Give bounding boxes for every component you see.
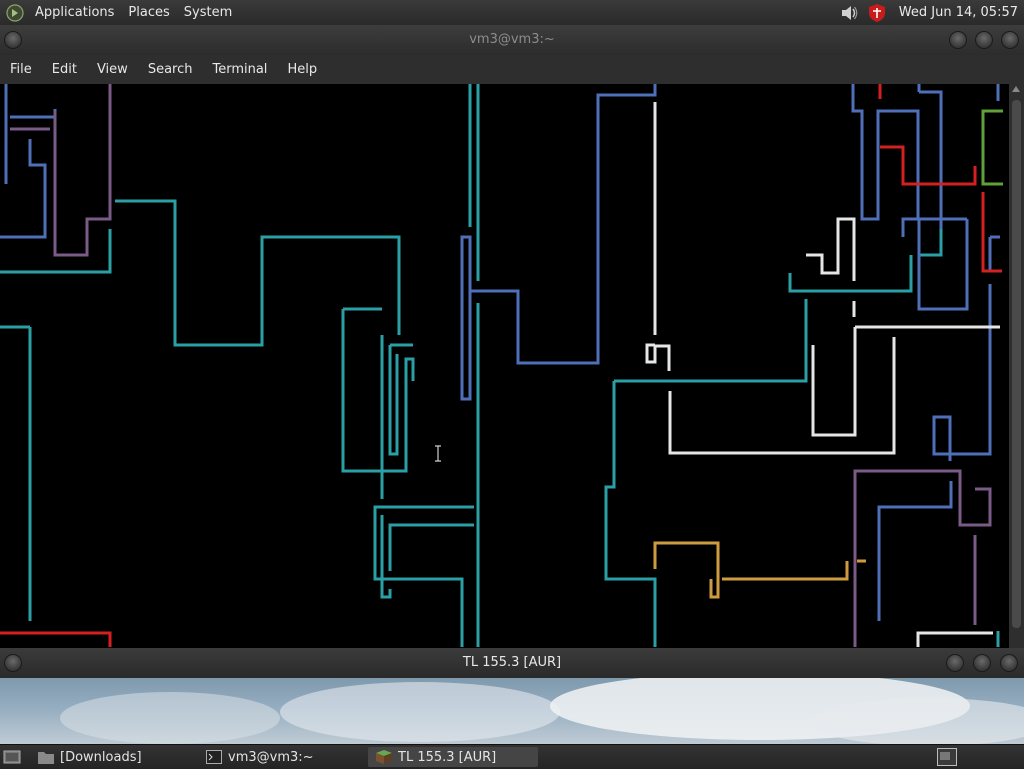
- top-panel: Applications Places System Wed Jun 14, 0…: [0, 0, 1024, 26]
- search-menu[interactable]: Search: [138, 57, 203, 82]
- distro-logo-icon[interactable]: [6, 3, 24, 22]
- file-menu[interactable]: File: [0, 57, 42, 82]
- places-menu[interactable]: Places: [121, 0, 176, 25]
- tl-window: TL 155.3 [AUR]: [0, 648, 1024, 744]
- terminal-window: vm3@vm3:~ File Edit View Search Terminal…: [0, 25, 1024, 648]
- maximize-button[interactable]: [975, 31, 993, 49]
- tl-maximize-button[interactable]: [973, 654, 991, 672]
- minecraft-block-icon: [376, 750, 392, 764]
- tl-title: TL 155.3 [AUR]: [462, 655, 562, 670]
- minimize-button[interactable]: [949, 31, 967, 49]
- terminal-menubar: File Edit View Search Terminal Help: [0, 55, 1024, 84]
- panel-tray: Wed Jun 14, 05:57: [835, 0, 1024, 25]
- ibeam-cursor: [435, 445, 441, 462]
- terminal-output[interactable]: [0, 84, 1009, 648]
- terminal-icon: [206, 750, 222, 764]
- bottom-panel: [Downloads] vm3@vm3:~ TL 155.3 [AUR]: [0, 744, 1024, 769]
- sky-clouds: [60, 678, 1024, 744]
- close-button[interactable]: [1001, 31, 1019, 49]
- show-desktop-icon[interactable]: [3, 748, 21, 766]
- folder-icon: [38, 752, 54, 764]
- taskbar-terminal[interactable]: vm3@vm3:~: [198, 747, 366, 767]
- taskbar-tl[interactable]: TL 155.3 [AUR]: [368, 747, 538, 767]
- security-shield-icon[interactable]: [867, 3, 887, 23]
- edit-menu[interactable]: Edit: [42, 57, 87, 82]
- clock[interactable]: Wed Jun 14, 05:57: [891, 5, 1024, 20]
- terminal-menu[interactable]: Terminal: [202, 57, 277, 82]
- scroll-thumb[interactable]: [1012, 100, 1021, 628]
- tl-close-button[interactable]: [1000, 654, 1018, 672]
- tl-titlebar[interactable]: TL 155.3 [AUR]: [0, 648, 1024, 679]
- help-menu[interactable]: Help: [277, 57, 327, 82]
- pipes-drawing: [0, 84, 1003, 647]
- terminal-title: vm3@vm3:~: [469, 32, 555, 47]
- taskbar-label: TL 155.3 [AUR]: [398, 749, 497, 765]
- terminal-scrollbar[interactable]: [1009, 84, 1024, 648]
- taskbar-label: vm3@vm3:~: [228, 749, 314, 765]
- taskbar-downloads[interactable]: [Downloads]: [30, 747, 198, 767]
- scroll-up-arrow[interactable]: [1012, 86, 1020, 92]
- system-menu[interactable]: System: [177, 0, 239, 25]
- volume-icon[interactable]: [839, 3, 859, 23]
- view-menu[interactable]: View: [87, 57, 138, 82]
- applications-menu[interactable]: Applications: [28, 0, 121, 25]
- taskbar-label: [Downloads]: [60, 749, 142, 765]
- tl-game-view[interactable]: [0, 678, 1024, 744]
- terminal-titlebar[interactable]: vm3@vm3:~: [0, 25, 1024, 56]
- workspace-switcher-icon[interactable]: [937, 748, 957, 766]
- tl-minimize-button[interactable]: [946, 654, 964, 672]
